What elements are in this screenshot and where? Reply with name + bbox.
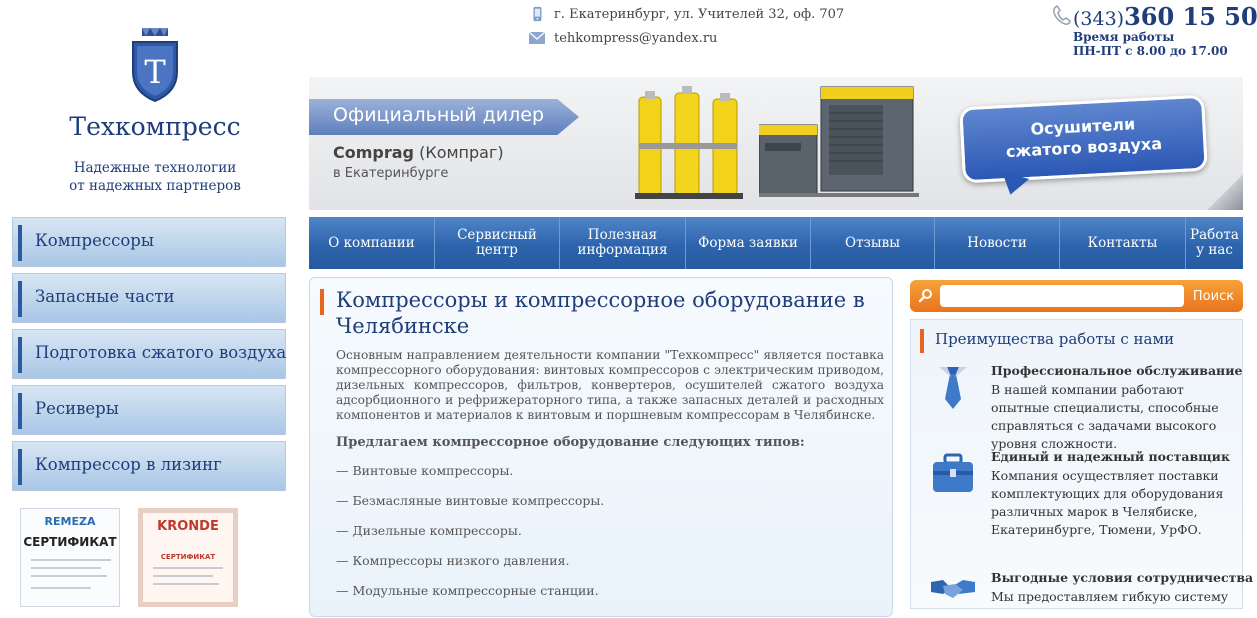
left-menu-label: Компрессоры [35, 231, 154, 250]
left-menu-marker [18, 225, 22, 261]
left-menu-item-leasing[interactable]: Компрессор в лизинг [12, 441, 286, 491]
equipment-types-heading: Предлагаем компрессорное оборудование сл… [336, 435, 805, 450]
site-name: Техкомпресс [69, 112, 241, 141]
banner-brand-name: Comprag [333, 143, 414, 162]
certificate-text-line [153, 575, 213, 577]
left-menu-marker [18, 281, 22, 317]
certificate-text-line [153, 583, 219, 585]
advantage-text: В нашей компании работают опытные специа… [991, 382, 1219, 451]
equipment-types-list: — Винтовые компрессоры. — Безмасляные ви… [336, 463, 876, 613]
list-item: — Безмасляные винтовые компрессоры. [336, 493, 605, 508]
intro-paragraph: Основным направлением деятельности компа… [336, 348, 884, 422]
site-tagline: Надежные технологии от надежных партнеро… [30, 159, 280, 195]
certificate-kronde[interactable]: KRONDE СЕРТИФИКАТ [138, 508, 238, 607]
site-logo[interactable]: Т Техкомпресс Надежные технологии от над… [30, 28, 280, 195]
list-item: — Модульные компрессорные станции. [336, 583, 599, 598]
certificate-brand: REMEZA [44, 515, 96, 528]
nav-item-jobs[interactable]: Работа у нас [1186, 217, 1243, 269]
page-title: Компрессоры и компрессорное оборудование… [336, 288, 865, 338]
banner-ribbon-text: Официальный дилер [333, 104, 545, 126]
search-icon [918, 289, 932, 303]
banner-ribbon: Официальный дилер [309, 99, 579, 135]
nav-item-request-form[interactable]: Форма заявки [686, 217, 811, 269]
certificate-text-line [31, 575, 107, 577]
advantage-title: Выгодные условия сотрудничества [991, 570, 1254, 585]
banner-city: в Екатеринбурге [333, 166, 449, 181]
search-input[interactable] [940, 285, 1184, 307]
tie-icon [939, 367, 967, 409]
left-menu-item-air-preparation[interactable]: Подготовка сжатого воздуха [12, 329, 286, 379]
work-hours: Время работы ПН-ПТ с 8.00 до 17.00 [1073, 30, 1228, 58]
left-menu-marker [18, 449, 22, 485]
list-item: — Дизельные компрессоры. [336, 523, 522, 538]
certificate-text-line [153, 567, 223, 569]
tagline-line-1: Надежные технологии [73, 160, 237, 176]
nav-item-contacts[interactable]: Контакты [1060, 217, 1186, 269]
banner-bubble-text: Осушители сжатого воздуха [963, 110, 1204, 164]
left-menu-marker [18, 393, 22, 429]
banner-page-fold[interactable] [1207, 174, 1243, 210]
certificates: REMEZA СЕРТИФИКАТ KRONDE СЕРТИФИКАТ [20, 508, 260, 607]
top-navigation: О компании Сервисный центр Полезная инфо… [309, 217, 1243, 269]
nav-item-news[interactable]: Новости [935, 217, 1060, 269]
advantage-text: Мы предоставляем гибкую систему [991, 589, 1229, 604]
nav-item-service[interactable]: Сервисный центр [435, 217, 560, 269]
search-bar: Поиск [910, 280, 1243, 312]
email-link[interactable]: tehkompress@yandex.ru [554, 31, 717, 46]
tagline-line-2: от надежных партнеров [69, 178, 241, 194]
certificate-remeza[interactable]: REMEZA СЕРТИФИКАТ [20, 508, 120, 607]
left-menu-marker [18, 337, 22, 373]
certificate-title: СЕРТИФИКАТ [160, 553, 216, 561]
logo-letter: Т [144, 53, 166, 91]
main-content: Компрессоры и компрессорное оборудование… [309, 277, 893, 617]
address-text: г. Екатеринбург, ул. Учителей 32, оф. 70… [554, 6, 845, 22]
contact-email: tehkompress@yandex.ru [528, 30, 717, 46]
advantages-title: Преимущества работы с нами [935, 330, 1175, 348]
advantages-accent-bar [920, 329, 924, 353]
banner-brand-note: (Компраг) [419, 143, 504, 162]
refrigeration-dryer-image [759, 86, 919, 197]
advantage-title: Профессиональное обслуживание [991, 363, 1243, 378]
list-item: — Винтовые компрессоры. [336, 463, 514, 478]
envelope-icon [528, 31, 546, 44]
certificate-brand: KRONDE [157, 519, 219, 534]
certificate-title: СЕРТИФИКАТ [23, 535, 117, 549]
search-button[interactable]: Поиск [1184, 280, 1243, 312]
left-menu: Компрессоры Запасные части Подготовка сж… [12, 217, 286, 497]
hours-label: Время работы [1073, 30, 1175, 44]
handshake-icon [931, 580, 975, 598]
list-item: — Компрессоры низкого давления. [336, 553, 570, 568]
left-menu-item-spare-parts[interactable]: Запасные части [12, 273, 286, 323]
nav-item-useful-info[interactable]: Полезная информация [560, 217, 686, 269]
nav-item-about[interactable]: О компании [309, 217, 435, 269]
advantages-panel: Преимущества работы с нами Профессиональ… [910, 319, 1253, 609]
certificate-text-line [31, 559, 111, 561]
phone-digits: 360 15 50 [1124, 2, 1257, 31]
briefcase-icon [933, 453, 973, 492]
certificate-text-line [31, 587, 91, 589]
banner-brand: Comprag (Компраг) [333, 143, 504, 162]
title-accent-bar [320, 289, 324, 315]
nav-item-reviews[interactable]: Отзывы [811, 217, 935, 269]
left-menu-label: Ресиверы [35, 399, 119, 418]
shield-logo-icon: Т [132, 28, 178, 103]
phone-handset-icon [1053, 4, 1071, 25]
left-menu-item-compressors[interactable]: Компрессоры [12, 217, 286, 267]
left-menu-item-receivers[interactable]: Ресиверы [12, 385, 286, 435]
phone-number[interactable]: (343)360 15 50 [1073, 2, 1257, 31]
contact-address: г. Екатеринбург, ул. Учителей 32, оф. 70… [528, 6, 844, 22]
mobile-phone-icon [533, 6, 542, 22]
left-menu-label: Компрессор в лизинг [35, 455, 222, 474]
advantage-title: Единый и надежный поставщик [991, 449, 1230, 464]
adsorption-dryer-image [635, 86, 743, 199]
advantage-text: Компания осуществляет поставки комплекту… [991, 468, 1224, 537]
certificate-text-line [31, 567, 101, 569]
phone-code: (343) [1073, 8, 1125, 30]
banner-bubble: Осушители сжатого воздуха [959, 94, 1208, 184]
hours-value: ПН-ПТ с 8.00 до 17.00 [1073, 44, 1228, 58]
left-menu-label: Запасные части [35, 287, 175, 306]
left-menu-label: Подготовка сжатого воздуха [35, 343, 287, 362]
promo-banner[interactable]: Официальный дилер Comprag (Компраг) в Ек… [309, 77, 1243, 210]
